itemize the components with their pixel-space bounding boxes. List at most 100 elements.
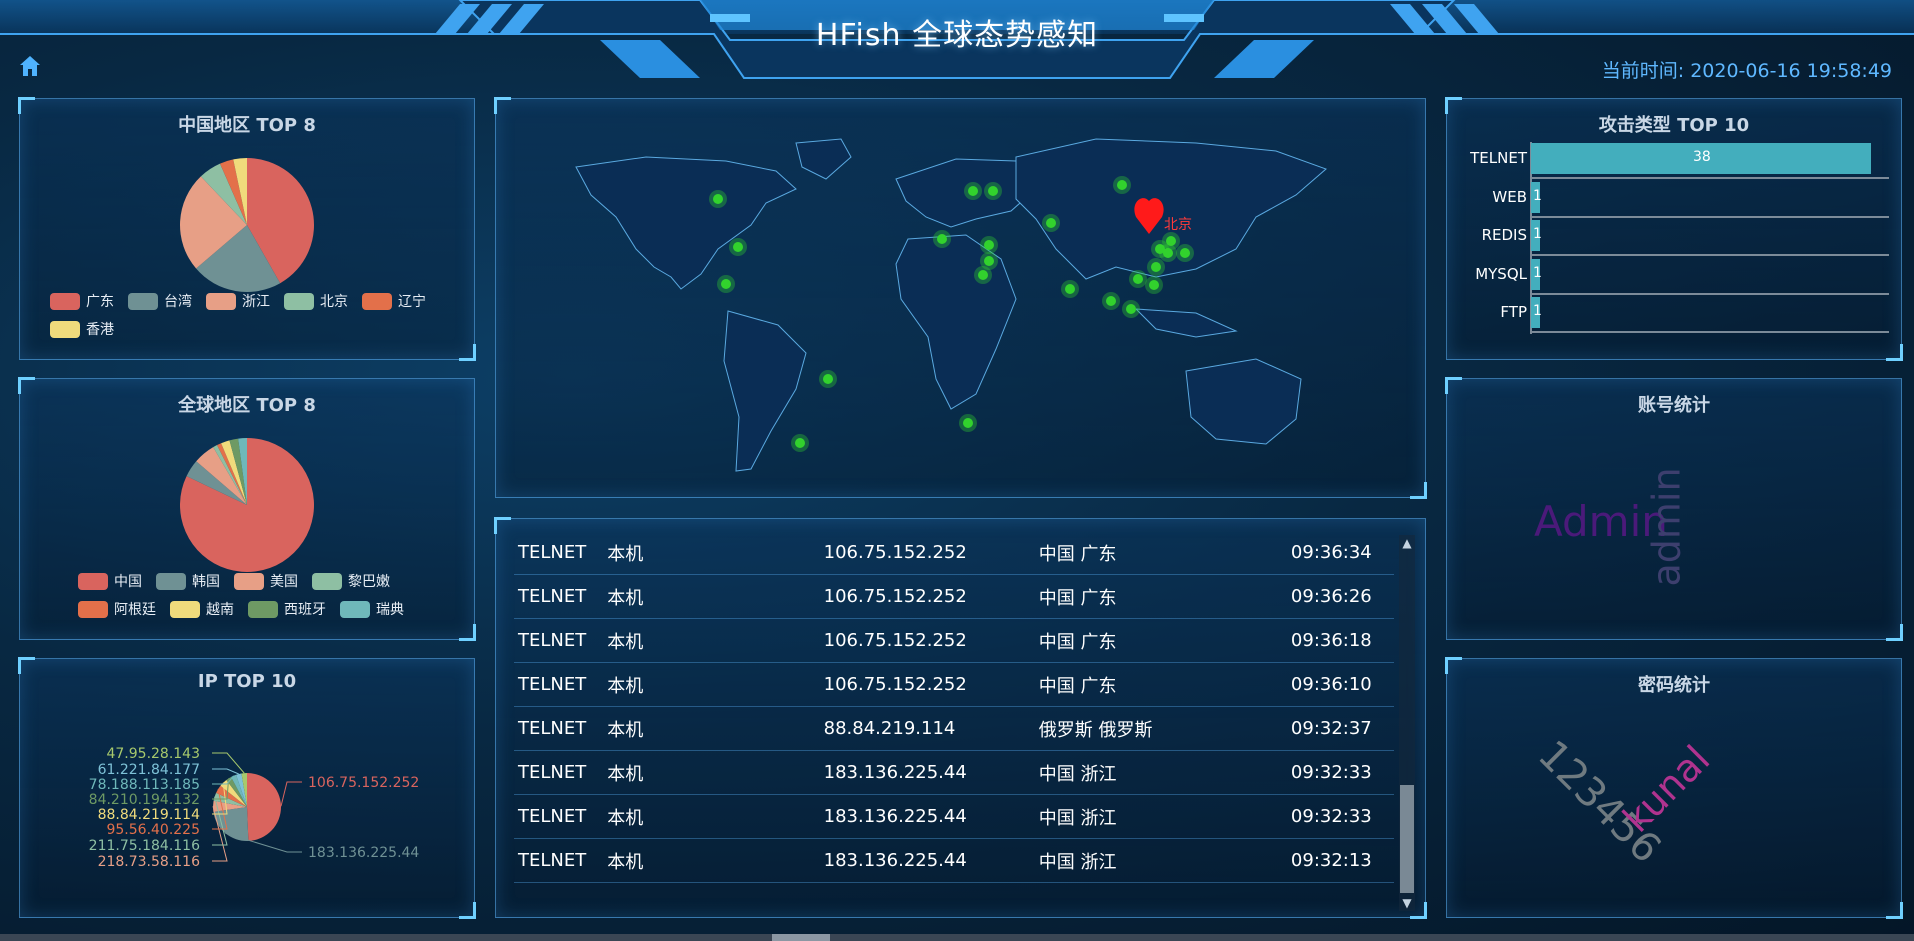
- attack-type-title: 攻击类型 TOP 10: [1598, 115, 1750, 136]
- log-cell-region: 中国 浙江: [1034, 794, 1287, 839]
- log-row[interactable]: TELNET 本机 183.136.225.44 中国 浙江 09:32:33: [514, 750, 1394, 795]
- global-legend-item[interactable]: 韩国: [156, 571, 220, 591]
- global-legend-label: 黎巴嫩: [348, 574, 390, 590]
- log-row[interactable]: TELNET 本机 106.75.152.252 中国 广东 09:36:34: [514, 531, 1394, 575]
- global-legend-swatch: [78, 572, 108, 590]
- china-legend-label: 台湾: [164, 294, 192, 310]
- log-cell-time: 09:32:13: [1286, 838, 1394, 883]
- map-point[interactable]: [937, 234, 947, 244]
- global-legend-item[interactable]: 黎巴嫩: [312, 571, 390, 591]
- log-cell-time: 09:36:34: [1286, 531, 1394, 575]
- global-legend-label: 韩国: [192, 574, 220, 590]
- global-legend-item[interactable]: 中国: [78, 571, 142, 591]
- log-cell-ip: 183.136.225.44: [819, 750, 1035, 795]
- map-point[interactable]: [1065, 284, 1075, 294]
- log-cell-region: 中国 广东: [1034, 574, 1287, 619]
- scroll-down-icon[interactable]: ▼: [1399, 895, 1415, 911]
- attack-type-label: MYSQL: [1475, 264, 1527, 283]
- attack-type-label: FTP: [1500, 303, 1527, 321]
- china-legend-label: 浙江: [242, 294, 270, 310]
- bar-gridline: [1531, 331, 1889, 333]
- log-scrollbar[interactable]: ▲ ▼: [1399, 535, 1415, 911]
- log-cell-target: 本机: [603, 618, 820, 663]
- home-icon[interactable]: [18, 54, 42, 78]
- attack-type-row[interactable]: REDIS 1: [1447, 218, 1901, 256]
- map-point[interactable]: [984, 256, 994, 266]
- page-scrollbar[interactable]: [0, 934, 1914, 941]
- attack-type-row[interactable]: MYSQL 1: [1447, 257, 1901, 295]
- china-legend-label: 香港: [86, 322, 114, 338]
- map-point[interactable]: [1117, 180, 1127, 190]
- log-row[interactable]: TELNET 本机 183.136.225.44 中国 浙江 09:32:33: [514, 794, 1394, 839]
- map-point[interactable]: [795, 438, 805, 448]
- map-point[interactable]: [721, 279, 731, 289]
- ip-slice-label: 88.84.219.114: [98, 807, 201, 823]
- global-legend-label: 美国: [270, 574, 298, 590]
- china-legend-label: 辽宁: [398, 294, 426, 310]
- china-legend-item[interactable]: 辽宁: [362, 291, 426, 311]
- scroll-up-icon[interactable]: ▲: [1399, 535, 1415, 551]
- map-point[interactable]: [1149, 280, 1159, 290]
- global-legend-item[interactable]: 美国: [234, 571, 298, 591]
- attack-type-row[interactable]: WEB 1: [1447, 180, 1901, 218]
- map-point[interactable]: [984, 240, 994, 250]
- log-cell-time: 09:36:10: [1286, 662, 1394, 707]
- map-point[interactable]: [1133, 274, 1143, 284]
- log-cell-target: 本机: [603, 838, 820, 883]
- map-point[interactable]: [1166, 236, 1176, 246]
- ip-top10-panel: IP TOP 10 106.75.152.252 183.136.225.44 21…: [18, 657, 476, 919]
- global-legend-item[interactable]: 阿根廷: [78, 599, 156, 619]
- global-legend-label: 西班牙: [284, 602, 326, 618]
- australia-shape: [1185, 358, 1302, 445]
- global-legend-swatch: [170, 600, 200, 618]
- map-point[interactable]: [1126, 304, 1136, 314]
- china-top8-legend: 广东 台湾 浙江 北京 辽宁香港: [50, 291, 464, 339]
- account-stats-panel: 账号统计 Admin admin: [1445, 377, 1903, 641]
- china-top8-panel: 中国地区 TOP 8 广东 台湾 浙江 北京 辽宁 香港: [18, 97, 476, 361]
- map-point[interactable]: [1180, 248, 1190, 258]
- log-row[interactable]: TELNET 本机 183.136.225.44 中国 浙江 09:32:13: [514, 838, 1394, 883]
- attack-type-row[interactable]: FTP 1: [1447, 295, 1901, 333]
- log-cell-type: TELNET: [514, 794, 604, 839]
- china-legend-swatch: [50, 292, 80, 310]
- map-point[interactable]: [968, 186, 978, 196]
- global-legend-item[interactable]: 西班牙: [248, 599, 326, 619]
- world-map: 北京: [575, 138, 1327, 472]
- global-legend-swatch: [78, 600, 108, 618]
- log-row[interactable]: TELNET 本机 106.75.152.252 中国 广东 09:36:18: [514, 618, 1394, 663]
- attack-type-row[interactable]: TELNET 38: [1447, 141, 1901, 179]
- global-legend-item[interactable]: 瑞典: [340, 599, 404, 619]
- log-cell-type: TELNET: [514, 574, 604, 619]
- china-legend-item[interactable]: 香港: [50, 319, 114, 339]
- attack-type-value: 1: [1533, 187, 1542, 204]
- ip-leader-line: [280, 781, 302, 807]
- map-point[interactable]: [1046, 218, 1056, 228]
- scroll-thumb[interactable]: [1400, 785, 1414, 893]
- china-legend-item[interactable]: 广东: [50, 291, 114, 311]
- map-point[interactable]: [733, 242, 743, 252]
- map-point[interactable]: [988, 186, 998, 196]
- global-top8-panel: 全球地区 TOP 8 中国 韩国 美国 黎巴嫩 阿根廷 越南 西班牙 瑞典: [18, 377, 476, 641]
- log-cell-region: 中国 广东: [1034, 662, 1287, 707]
- page-title: HFish 全球态势感知: [815, 18, 1099, 53]
- log-row[interactable]: TELNET 本机 106.75.152.252 中国 广东 09:36:10: [514, 662, 1394, 707]
- ip-slice-label: 183.136.225.44: [308, 845, 419, 861]
- map-point[interactable]: [713, 194, 723, 204]
- map-point[interactable]: [963, 418, 973, 428]
- ip-leader-line: [212, 768, 239, 775]
- attack-log-table: TELNET 本机 106.75.152.252 中国 广东 09:36:34 TELNE…: [514, 531, 1394, 883]
- china-legend-item[interactable]: 北京: [284, 291, 348, 311]
- log-row[interactable]: TELNET 本机 88.84.219.114 俄罗斯 俄罗斯 09:32:37: [514, 706, 1394, 751]
- map-point[interactable]: [823, 374, 833, 384]
- global-legend-item[interactable]: 越南: [170, 599, 234, 619]
- map-point[interactable]: [1106, 296, 1116, 306]
- ip-slice-0[interactable]: [247, 773, 281, 841]
- map-point[interactable]: [1151, 262, 1161, 272]
- china-legend-item[interactable]: 浙江: [206, 291, 270, 311]
- map-point[interactable]: [978, 270, 988, 280]
- log-row[interactable]: TELNET 本机 106.75.152.252 中国 广东 09:36:26: [514, 574, 1394, 619]
- attack-type-panel: 攻击类型 TOP 10 TELNET 38 WEB 1 REDIS 1 MYSQL 1 FTP 1: [1445, 97, 1903, 361]
- page-scroll-thumb[interactable]: [772, 934, 830, 941]
- log-cell-ip: 106.75.152.252: [819, 618, 1035, 663]
- china-legend-item[interactable]: 台湾: [128, 291, 192, 311]
